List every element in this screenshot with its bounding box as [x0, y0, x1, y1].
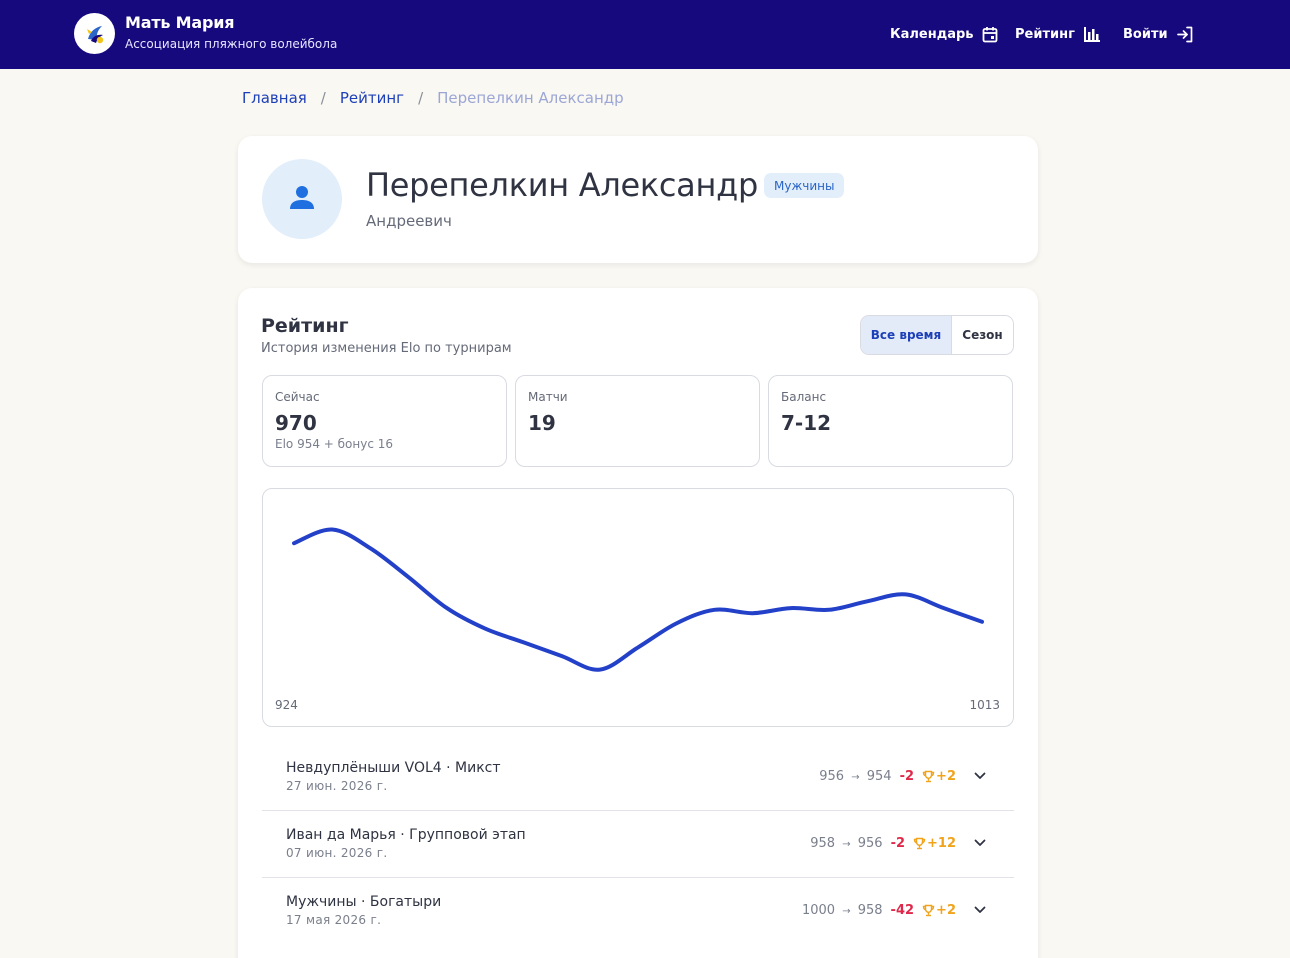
trophy-icon: [913, 837, 926, 849]
stat-label: Сейчас: [275, 390, 320, 404]
elo-to: 956: [857, 835, 883, 851]
stat-label: Матчи: [528, 390, 568, 404]
chevron-down-icon[interactable]: [974, 839, 986, 847]
bonus-value: +12: [927, 835, 956, 851]
elo-from: 958: [810, 835, 836, 851]
top-navigation-bar: Мать Мария Ассоциация пляжного волейбола…: [0, 0, 1290, 69]
elo-delta: -2: [890, 835, 906, 851]
brand-title[interactable]: Мать Мария: [125, 13, 235, 32]
elo-change: 1000 → 958 -42 +2: [802, 899, 986, 921]
elo-chart-canvas: [292, 527, 984, 672]
chart-max-label: 1013: [969, 698, 1000, 712]
elo-change: 958 → 956 -2 +12: [810, 832, 986, 854]
elo-delta: -42: [890, 902, 915, 918]
player-name: Перепелкин Александр: [366, 166, 758, 204]
trophy-icon: [922, 770, 935, 782]
elo-change: 956 → 954 -2 +2: [819, 765, 986, 787]
tournament-title: Невдуплёныши VOL4 · Микст: [286, 760, 501, 776]
elo-range: 958 → 956: [810, 836, 882, 851]
elo-from: 956: [819, 768, 845, 784]
tournament-date: 17 мая 2026 г.: [286, 913, 382, 927]
breadcrumb-separator: /: [418, 89, 424, 107]
toggle-all-time[interactable]: Все время: [861, 316, 951, 354]
brand-subtitle: Ассоциация пляжного волейбола: [125, 37, 338, 51]
stat-value: 19: [528, 411, 556, 435]
tournament-title: Мужчины · Богатыри: [286, 894, 442, 910]
stat-current: Сейчас 970 Elo 954 + бонус 16: [262, 375, 507, 467]
rating-title: Рейтинг: [261, 315, 349, 337]
tournament-title: Иван да Марья · Групповой этап: [286, 827, 526, 843]
player-patronymic: Андреевич: [366, 212, 452, 230]
category-badge: Мужчины: [764, 173, 845, 198]
elo-arrow: →: [842, 838, 851, 850]
calendar-icon: [982, 26, 998, 43]
elo-from: 1000: [801, 902, 836, 918]
person-icon: [287, 182, 317, 216]
login-arrow-icon: [1176, 26, 1194, 43]
trophy-icon: [922, 904, 935, 916]
bar-chart-icon: [1083, 26, 1101, 43]
elo-arrow: →: [851, 771, 860, 783]
elo-range: 1000 → 958: [802, 903, 883, 918]
bonus: +2: [922, 769, 956, 784]
nav-rating-label: Рейтинг: [1015, 26, 1075, 42]
tournament-row[interactable]: Мужчины · Богатыри 17 мая 2026 г. 1000 →…: [262, 878, 1014, 945]
elo-series-line: [292, 527, 984, 672]
bonus-value: +2: [936, 902, 956, 918]
elo-delta: -2: [899, 768, 915, 784]
stat-value: 7-12: [781, 411, 832, 435]
stat-label: Баланс: [781, 390, 827, 404]
breadcrumb-separator: /: [320, 89, 326, 107]
chart-min-label: 924: [275, 698, 298, 712]
avatar: [262, 159, 342, 239]
elo-to: 954: [866, 768, 892, 784]
tournament-date: 27 июн. 2026 г.: [286, 779, 388, 793]
stat-note: Elo 954 + бонус 16: [275, 437, 394, 451]
nav-calendar-label: Календарь: [890, 26, 974, 42]
rating-card: Рейтинг История изменения Elo по турнира…: [238, 288, 1038, 958]
nav-login-label: Войти: [1123, 26, 1168, 42]
elo-chart: 924 1013: [262, 488, 1014, 727]
tournament-history-list: Невдуплёныши VOL4 · Микст 27 июн. 2026 г…: [262, 744, 1014, 945]
breadcrumb-rating[interactable]: Рейтинг: [340, 89, 404, 107]
chevron-down-icon[interactable]: [974, 772, 986, 780]
stat-value: 970: [275, 411, 317, 435]
stat-balance: Баланс 7-12: [768, 375, 1013, 467]
volleyball-bird-logo-icon[interactable]: [74, 13, 115, 54]
chevron-down-icon[interactable]: [974, 906, 986, 914]
tournament-row[interactable]: Невдуплёныши VOL4 · Микст 27 июн. 2026 г…: [262, 744, 1014, 811]
bonus: +12: [913, 836, 956, 851]
bonus-value: +2: [936, 768, 956, 784]
bonus: +2: [922, 903, 956, 918]
breadcrumb-home[interactable]: Главная: [242, 89, 307, 107]
breadcrumb-current: Перепелкин Александр: [437, 89, 624, 107]
elo-to: 958: [857, 902, 883, 918]
nav-rating[interactable]: Рейтинг: [1015, 23, 1101, 45]
elo-arrow: →: [842, 905, 851, 917]
stat-matches: Матчи 19: [515, 375, 760, 467]
period-toggle: Все время Сезон: [860, 315, 1014, 355]
profile-card: Перепелкин Александр Мужчины Андреевич: [238, 136, 1038, 263]
toggle-season[interactable]: Сезон: [951, 316, 1013, 354]
breadcrumb: Главная / Рейтинг / Перепелкин Александр: [242, 87, 624, 109]
tournament-row[interactable]: Иван да Марья · Групповой этап 07 июн. 2…: [262, 811, 1014, 878]
nav-login[interactable]: Войти: [1123, 23, 1194, 45]
tournament-date: 07 июн. 2026 г.: [286, 846, 388, 860]
rating-subtitle: История изменения Elo по турнирам: [261, 341, 512, 356]
nav-calendar[interactable]: Календарь: [890, 23, 998, 45]
elo-range: 956 → 954: [819, 769, 891, 784]
